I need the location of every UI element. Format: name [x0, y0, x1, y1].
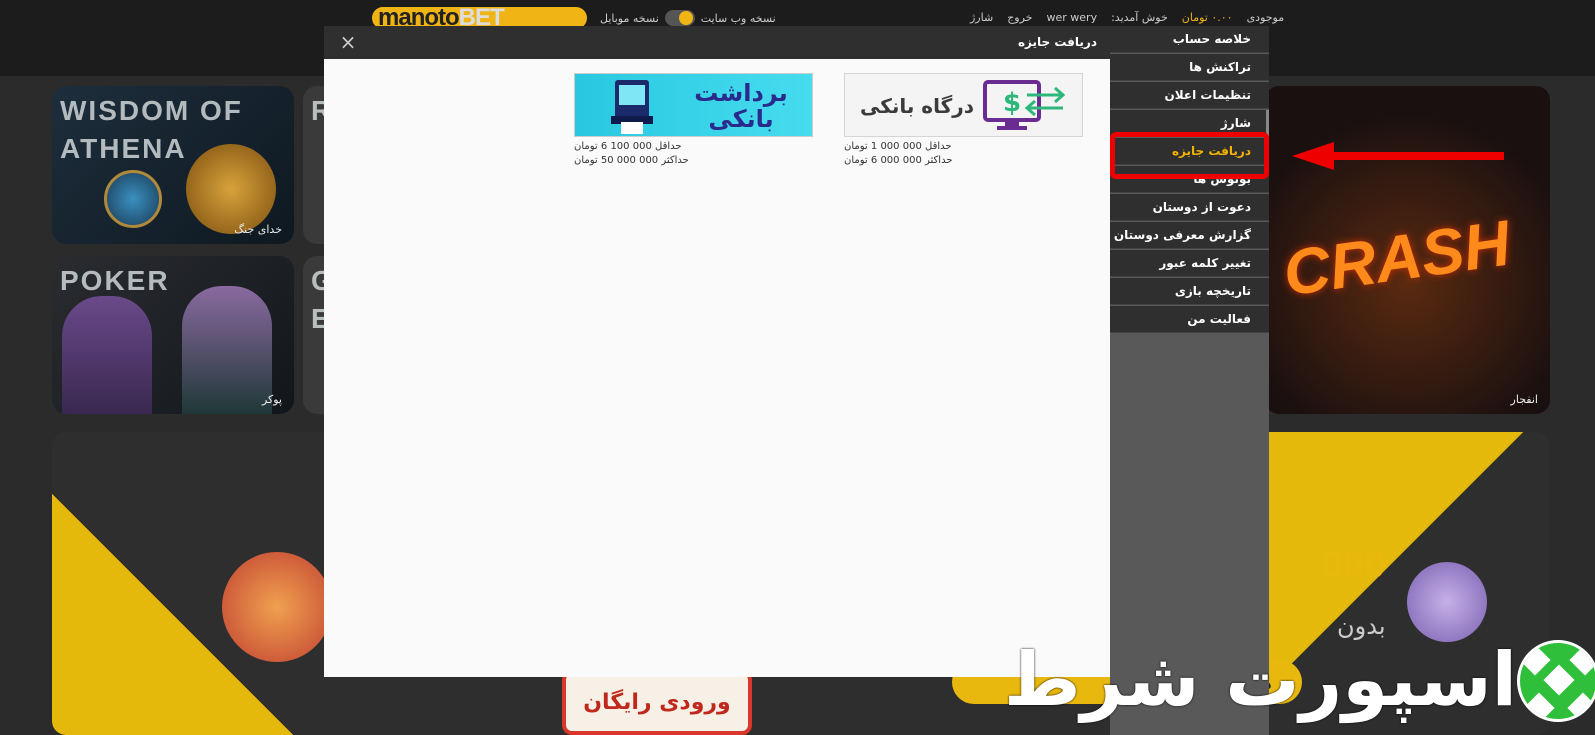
balance-value: ۰.۰۰ تومان: [1181, 11, 1233, 24]
max-limit: حداکثر 000 000 6 تومان: [844, 155, 953, 166]
logout-link[interactable]: خروج: [1007, 11, 1032, 24]
method-banner[interactable]: $ درگاه بانکی: [844, 73, 1083, 137]
method-name: برداشت بانکی: [694, 79, 788, 133]
version-toggle[interactable]: نسخه وب سایت نسخه موبایل: [600, 10, 776, 26]
mobile-version-label: نسخه موبایل: [600, 11, 659, 25]
game-tile-poker[interactable]: POKER پوکر: [52, 256, 294, 414]
free-entry-badge: ورودی رایگان: [562, 670, 752, 735]
welcome-text: خوش آمدید:: [1111, 11, 1168, 24]
top-nav: موجودی ۰.۰۰ تومان خوش آمدید: wer wery خر…: [970, 11, 1284, 24]
svg-text:$: $: [1003, 88, 1021, 118]
web-version-label: نسخه وب سایت: [700, 11, 776, 25]
prize-modal: دریافت جایزه × $ درگاه بانکی حداقل 000 0…: [324, 26, 1110, 677]
menu-item-transactions[interactable]: تراکنش ها: [1110, 54, 1269, 81]
max-limit: حداکثر 000 000 50 تومان: [574, 155, 689, 166]
highlight-box: [1110, 132, 1269, 179]
method-limits: حداقل 000 100 6 تومان حداکثر 000 000 50 …: [574, 140, 814, 168]
modal-header: دریافت جایزه ×: [324, 26, 1110, 59]
min-limit: حداقل 000 100 6 تومان: [574, 141, 682, 152]
tile-subtitle: انفجار: [1510, 393, 1538, 406]
shield-icon: [104, 170, 162, 228]
atm-icon: [611, 80, 653, 134]
tile-title: POKER: [60, 265, 170, 296]
flower-icon: [222, 552, 332, 662]
switch-knob: [678, 11, 693, 25]
pointer-arrow-icon: [1292, 142, 1504, 170]
menu-item-notification-settings[interactable]: تنظیمات اعلان: [1110, 82, 1269, 109]
method-name: درگاه بانکی: [859, 94, 975, 118]
menu-item-change-password[interactable]: تغییر کلمه عبور: [1110, 250, 1269, 277]
monitor-transfer-icon: $: [983, 80, 1066, 130]
coin-icon: [186, 144, 276, 234]
character-icon: [62, 296, 152, 414]
username: wer wery: [1046, 11, 1098, 24]
menu-item-game-history[interactable]: تاریخچه بازی: [1110, 278, 1269, 305]
version-switch[interactable]: [664, 10, 695, 26]
promo-amount: 000: [1322, 544, 1386, 586]
soccer-ball-icon: [1517, 640, 1595, 722]
method-limits: حداقل 000 000 1 تومان حداکثر 000 000 6 ت…: [844, 140, 1084, 168]
menu-item-account-summary[interactable]: خلاصه حساب: [1110, 26, 1269, 53]
game-tile-athena[interactable]: WISDOM OF ATHENA خدای جنگ: [52, 86, 294, 244]
watermark-text: اسپورت شرط: [1003, 637, 1517, 723]
menu-item-my-activity[interactable]: فعالیت من: [1110, 306, 1269, 333]
menu-item-invite-friends[interactable]: دعوت از دوستان: [1110, 194, 1269, 221]
menu-item-referral-report[interactable]: گزارش معرفی دوستان: [1110, 222, 1269, 249]
balance-label: موجودی: [1246, 11, 1285, 24]
min-limit: حداقل 000 000 1 تومان: [844, 141, 952, 152]
tile-subtitle: پوکر: [261, 393, 282, 406]
modal-title: دریافت جایزه: [1017, 35, 1097, 49]
close-icon[interactable]: ×: [338, 32, 358, 52]
method-banner[interactable]: برداشت بانکی: [574, 73, 813, 137]
tile-title: CRASH: [1279, 206, 1515, 310]
tile-subtitle: خدای جنگ: [234, 223, 282, 236]
charge-link[interactable]: شارژ: [970, 11, 993, 24]
character-icon: [182, 286, 272, 414]
game-tile-crash[interactable]: CRASH انفجار: [1265, 86, 1550, 414]
